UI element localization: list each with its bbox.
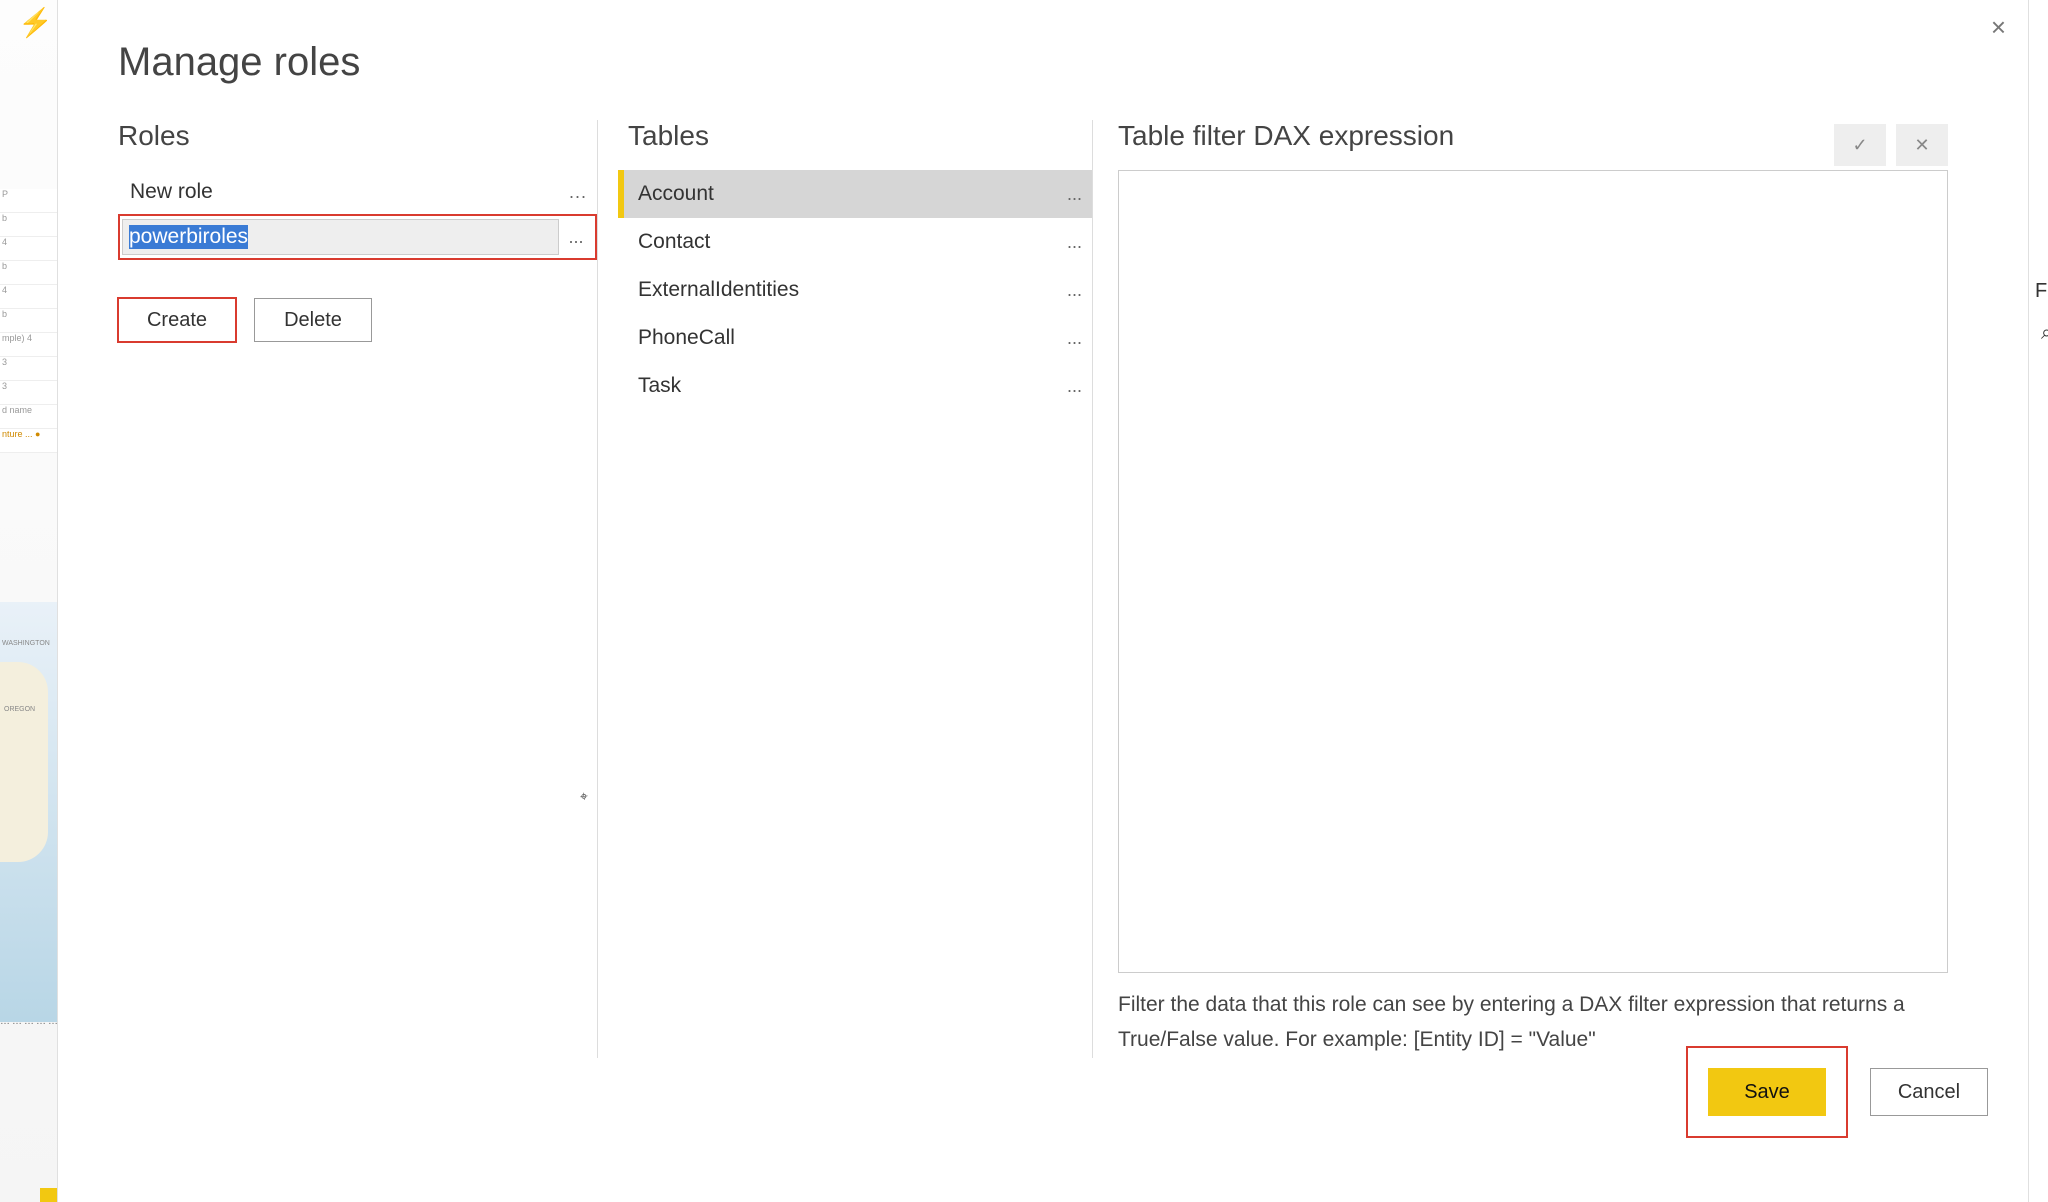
- dax-column: Table filter DAX expression ✓ ✕ Filter t…: [1118, 120, 1948, 1058]
- delete-button[interactable]: Delete: [254, 298, 372, 342]
- ellipsis-icon[interactable]: ...: [1067, 328, 1082, 349]
- roles-column: Roles New role ... ... Create Delete ⌖: [118, 120, 598, 1058]
- roles-header: Roles: [118, 120, 597, 152]
- dax-header: Table filter DAX expression: [1118, 120, 1824, 152]
- cancel-button[interactable]: Cancel: [1870, 1068, 1988, 1116]
- table-item-phonecall[interactable]: PhoneCall ...: [618, 314, 1092, 362]
- dax-expression-input[interactable]: [1118, 170, 1948, 973]
- background-left-strip: ⚡ Pb4 b4b mple) 433 d name nture ... ● W…: [0, 0, 58, 1202]
- ellipsis-icon[interactable]: ...: [1067, 376, 1082, 397]
- ellipsis-icon[interactable]: ...: [1067, 184, 1082, 205]
- table-item-label: Contact: [638, 230, 710, 254]
- background-map: WASHINGTON OREGON: [0, 602, 58, 1022]
- table-item-label: Account: [638, 182, 714, 206]
- tables-header: Tables: [618, 120, 1092, 152]
- role-name-input[interactable]: [122, 219, 559, 255]
- accept-check-icon[interactable]: ✓: [1834, 124, 1886, 166]
- table-item-task[interactable]: Task ...: [618, 362, 1092, 410]
- table-item-externalidentities[interactable]: ExternalIdentities ...: [618, 266, 1092, 314]
- dialog-title: Manage roles: [118, 40, 360, 85]
- table-item-contact[interactable]: Contact ...: [618, 218, 1092, 266]
- role-item-editing: ...: [118, 214, 597, 260]
- close-icon[interactable]: ×: [1991, 14, 2006, 40]
- add-tab-icon: +: [40, 1188, 58, 1202]
- cursor-icon: ⌖: [579, 788, 589, 806]
- role-item-new-role[interactable]: New role ...: [118, 170, 597, 214]
- dialog-footer: Save Cancel: [1686, 1046, 1988, 1138]
- save-button[interactable]: Save: [1708, 1068, 1826, 1116]
- save-highlight-frame: Save: [1686, 1046, 1848, 1138]
- tables-column: Tables Account ... Contact ... ExternalI…: [618, 120, 1093, 1058]
- ellipsis-icon[interactable]: ...: [559, 227, 593, 248]
- ellipsis-icon[interactable]: ...: [1067, 280, 1082, 301]
- table-item-account[interactable]: Account ...: [618, 170, 1092, 218]
- table-item-label: ExternalIdentities: [638, 278, 799, 302]
- ellipsis-icon[interactable]: ...: [569, 182, 587, 203]
- create-button[interactable]: Create: [118, 298, 236, 342]
- lightning-icon: ⚡: [0, 0, 57, 39]
- manage-roles-dialog: × Manage roles Roles New role ... ... Cr…: [58, 0, 2028, 1188]
- ellipsis-icon[interactable]: ...: [1067, 232, 1082, 253]
- background-right-edge: Fi ⌕: [2028, 0, 2048, 1202]
- table-item-label: PhoneCall: [638, 326, 735, 350]
- table-item-label: Task: [638, 374, 681, 398]
- role-item-label: New role: [130, 180, 213, 204]
- reject-x-icon[interactable]: ✕: [1896, 124, 1948, 166]
